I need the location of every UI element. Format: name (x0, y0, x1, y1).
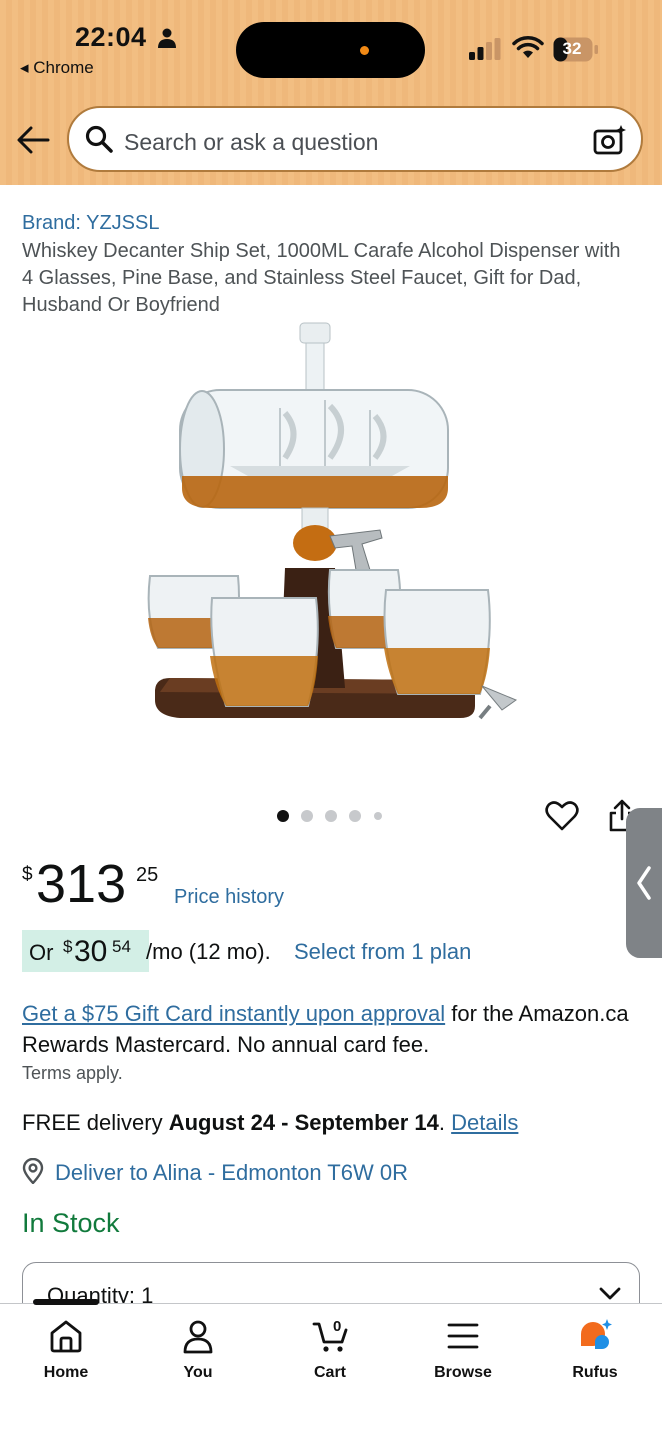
menu-icon (447, 1323, 479, 1349)
terms-text: Terms apply. (22, 1063, 123, 1083)
nav-rufus-label: Rufus (572, 1364, 618, 1381)
camera-search-icon[interactable] (593, 123, 627, 157)
nav-browse-label: Browse (434, 1364, 492, 1381)
cellular-signal-icon (469, 38, 501, 60)
nav-rufus[interactable]: Rufus (545, 1318, 645, 1388)
status-time: 22:04 (75, 22, 147, 52)
nav-you[interactable]: You (148, 1318, 248, 1388)
nav-you-label: You (183, 1364, 213, 1381)
nav-browse[interactable]: Browse (413, 1318, 513, 1388)
installment-whole: 30 (74, 935, 108, 968)
brand-link[interactable]: Brand: YZJSSL (22, 212, 159, 235)
nav-home-label: Home (43, 1364, 89, 1381)
nav-home[interactable]: Home (16, 1318, 116, 1388)
search-icon (85, 125, 113, 153)
nav-cart-label: Cart (313, 1364, 346, 1381)
deliver-to-text[interactable]: Deliver to Alina - Edmonton T6W 0R (55, 1160, 408, 1186)
cart-count-badge: 0 (333, 1318, 342, 1335)
price-history-link[interactable]: Price history (174, 886, 284, 909)
search-bar[interactable]: Search or ask a question (67, 106, 643, 172)
island-indicator-dot (360, 46, 369, 55)
back-to-app-link[interactable]: ◂ Chrome (20, 58, 94, 78)
person-status-icon (158, 28, 176, 48)
location-pin-icon (22, 1158, 44, 1184)
bottom-navigation: Home You 0 Cart Browse Rufus (0, 1299, 662, 1440)
delivery-dates: August 24 - September 14 (168, 1110, 439, 1135)
dynamic-island (236, 22, 425, 78)
price-currency: $ (22, 864, 33, 885)
wifi-icon (512, 36, 544, 58)
wishlist-heart-icon[interactable] (545, 800, 579, 832)
installment-or: Or (29, 940, 54, 965)
chevron-down-icon (599, 1287, 621, 1300)
cart-icon (312, 1322, 348, 1352)
carousel-dot[interactable] (374, 812, 382, 820)
person-icon (183, 1320, 213, 1354)
top-bar: 22:04 ◂ Chrome 32 Search or ask a questi… (0, 0, 662, 185)
search-input[interactable]: Search or ask a question (124, 129, 378, 156)
chevron-left-icon (637, 866, 651, 900)
glass (210, 597, 319, 707)
price-cents: 25 (136, 864, 159, 886)
rufus-icon (581, 1319, 612, 1349)
delivery-separator: . (438, 1110, 452, 1135)
delivery-info: FREE delivery August 24 - September 14. … (22, 1110, 518, 1136)
product-title: Whiskey Decanter Ship Set, 1000ML Carafe… (22, 240, 621, 316)
select-plan-link[interactable]: Select from 1 plan (294, 939, 471, 965)
installment-currency: $ (63, 937, 73, 956)
delivery-details-link[interactable]: Details (451, 1110, 518, 1135)
carousel-dot-active[interactable] (277, 810, 289, 822)
battery-level: 32 (562, 39, 582, 58)
side-panel-tab[interactable] (626, 808, 662, 958)
back-arrow-icon[interactable] (16, 124, 50, 156)
carousel-dot[interactable] (325, 810, 337, 822)
delivery-prefix: FREE delivery (22, 1110, 169, 1135)
carousel-dot[interactable] (349, 810, 361, 822)
gift-card-offer: Get a $75 Gift Card instantly upon appro… (22, 998, 642, 1060)
gift-card-link[interactable]: Get a $75 Gift Card instantly upon appro… (22, 1001, 445, 1026)
nav-cart[interactable]: 0 Cart (280, 1318, 380, 1388)
carousel-dot[interactable] (301, 810, 313, 822)
active-tab-indicator (33, 1299, 99, 1305)
stock-status: In Stock (22, 1208, 120, 1238)
glass (383, 589, 491, 695)
installment-term: /mo (12 mo). (146, 939, 271, 964)
installment-badge: Or $ 30 54 (22, 930, 149, 972)
installment-cents: 54 (112, 937, 131, 956)
home-icon (50, 1320, 82, 1353)
product-image[interactable] (130, 318, 530, 758)
price-whole: 313 (36, 854, 127, 914)
